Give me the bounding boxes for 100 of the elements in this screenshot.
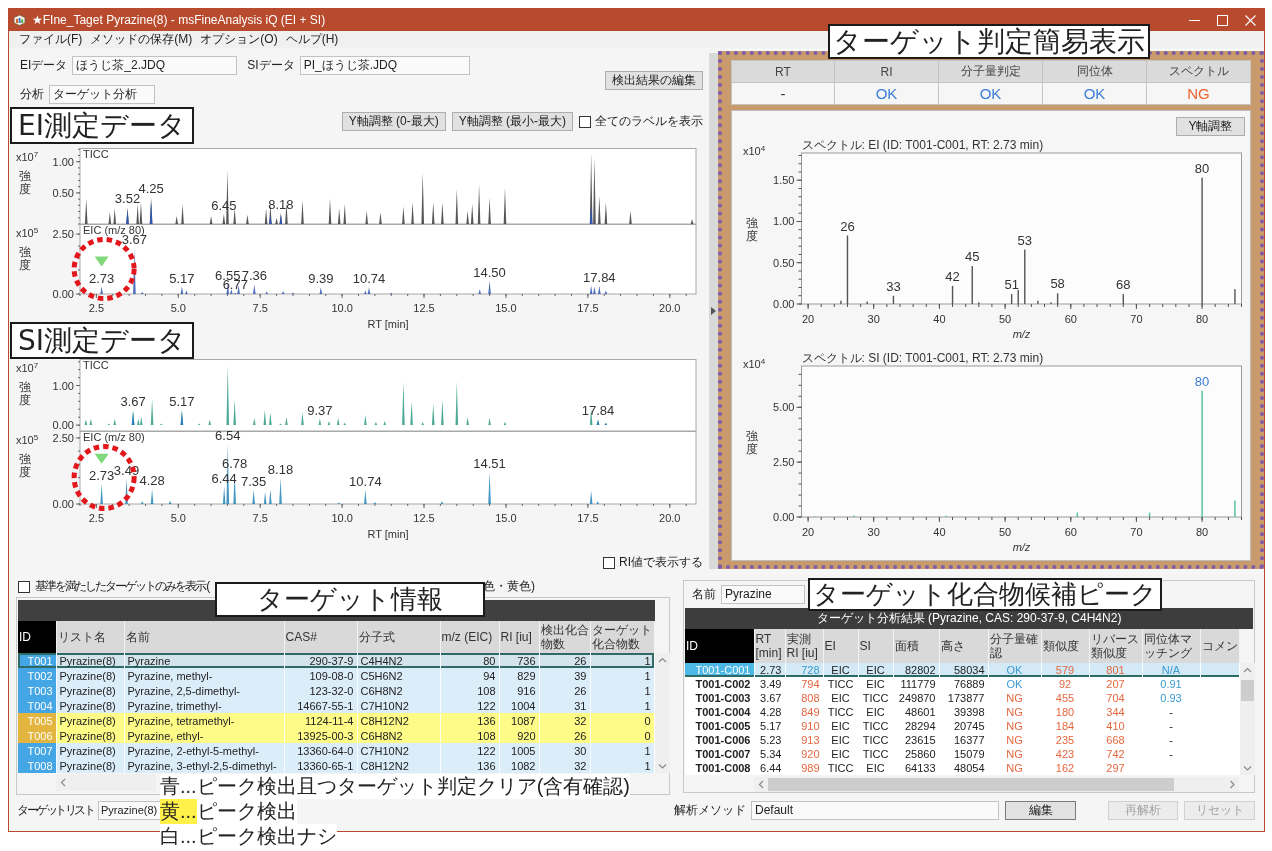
y-axis-button[interactable]: Y軸調整 (0-最大) bbox=[341, 112, 446, 131]
scrollbar-thumb[interactable] bbox=[767, 778, 1174, 791]
chart-title: スペクトル: EI (ID: T001-C001, RT: 2.73 min) bbox=[801, 138, 1044, 152]
table-row[interactable]: T006 Pyrazine(8) Pyrazine, ethyl- 13925-00-3 C6H8N2 108 920 26 0 bbox=[18, 728, 654, 743]
menu-item[interactable]: メソッドの保存(M) bbox=[86, 31, 197, 48]
table-cell: TICC bbox=[858, 733, 893, 747]
trace-label: TICC bbox=[83, 147, 109, 160]
si-data-field[interactable]: PI_ほうじ茶.JDQ bbox=[299, 56, 470, 75]
table-row[interactable]: T008 Pyrazine(8) Pyrazine, 3-ethyl-2,5-dimethyl- 13360-65-1 C8H12N2 136 1082 32 1 bbox=[18, 758, 654, 773]
column-header[interactable]: EI bbox=[823, 629, 858, 663]
chevron-left-icon bbox=[60, 778, 67, 787]
y-axis-button[interactable]: Y軸調整 bbox=[1176, 117, 1245, 136]
table-row[interactable]: T002 Pyrazine(8) Pyrazine, methyl- 109-08-0 C5H6N2 94 829 39 1 bbox=[18, 668, 654, 683]
column-header[interactable]: 分子量確認 bbox=[988, 629, 1041, 663]
menu-item[interactable]: オプション(O) bbox=[196, 31, 282, 48]
column-header[interactable]: RT [min] bbox=[754, 629, 785, 663]
column-header[interactable]: ターゲット化合物数 bbox=[590, 621, 654, 653]
edit-results-button[interactable]: 検出結果の編集 bbox=[605, 70, 703, 90]
column-header[interactable]: RI [iu] bbox=[499, 621, 539, 653]
legend-key: 白... bbox=[160, 824, 197, 849]
table-row[interactable]: T001-C008 6.44 989 TICC EIC 64133 48054 NG 162 297 bbox=[685, 761, 1239, 775]
table-row[interactable]: T001-C002 3.49 794 TICC EIC 111779 76889 OK 92 207 0.91 bbox=[685, 677, 1239, 691]
menu-item[interactable]: ファイル(F) bbox=[15, 31, 87, 48]
table-cell: 111779 bbox=[893, 677, 939, 691]
splitter-bar[interactable] bbox=[709, 53, 718, 569]
scrollbar-thumb[interactable] bbox=[1240, 679, 1254, 701]
table-row[interactable]: T001 Pyrazine(8) Pyrazine 290-37-9 C4H4N2 80 736 26 1 bbox=[18, 653, 654, 668]
analysis-field[interactable]: ターゲット分析 bbox=[49, 85, 155, 104]
table-row[interactable]: T001-C003 3.67 808 EIC TICC 249870 173877 NG 455 704 0.93 bbox=[685, 691, 1239, 705]
axis-title: RT [min] bbox=[367, 528, 409, 540]
table-cell: EIC bbox=[823, 691, 858, 705]
table-cell: 80 bbox=[440, 653, 499, 668]
peak-label: 8.18 bbox=[268, 196, 294, 212]
scrollbar[interactable] bbox=[754, 777, 1239, 792]
axis-multiplier: x10$^{7}$ bbox=[16, 151, 39, 163]
method-field[interactable]: Default bbox=[751, 801, 999, 820]
axis-tick-label: 17.5 bbox=[577, 512, 599, 524]
table-row[interactable]: T001-C001 2.73 728 EIC EIC 82802 58034 OK 579 801 N/A bbox=[685, 663, 1239, 677]
peak-label: 53 bbox=[1017, 232, 1032, 248]
axis-tick-label: 5.0 bbox=[170, 302, 186, 314]
table-cell: 235 bbox=[1041, 733, 1089, 747]
detected-peak bbox=[596, 420, 608, 426]
column-header[interactable]: m/z (EIC) bbox=[440, 621, 499, 653]
judgment-value: OK bbox=[1043, 83, 1147, 105]
column-header[interactable]: SI bbox=[858, 629, 893, 663]
peak-label: 58 bbox=[1050, 276, 1065, 292]
table-cell: 15079 bbox=[939, 747, 988, 761]
caret-icon bbox=[711, 307, 716, 315]
table-cell: T001 bbox=[18, 653, 56, 668]
menu-item[interactable]: ヘルプ(H) bbox=[281, 31, 343, 48]
table-cell: 668 bbox=[1089, 733, 1142, 747]
scrollbar[interactable] bbox=[56, 774, 156, 791]
target-list-dropdown[interactable]: Pyrazine(8) bbox=[98, 801, 162, 820]
checkbox[interactable] bbox=[579, 115, 591, 128]
table-row[interactable]: T004 Pyrazine(8) Pyrazine, trimethyl- 14667-55-1 C7H10N2 122 1004 31 1 bbox=[18, 698, 654, 713]
callout-label: ターゲット情報 bbox=[215, 582, 485, 617]
column-header[interactable]: リバース類似度 bbox=[1089, 629, 1142, 663]
column-header[interactable]: コメン bbox=[1200, 629, 1239, 663]
app-icon bbox=[13, 14, 26, 26]
table-row[interactable]: T007 Pyrazine(8) Pyrazine, 2-ethyl-5-methyl- 13360-64-0 C7H10N2 122 1005 30 1 bbox=[18, 743, 654, 758]
column-header[interactable]: ID bbox=[685, 629, 754, 663]
y-axis-button[interactable]: Y軸調整 (最小-最大) bbox=[451, 112, 573, 131]
table-cell: - bbox=[1142, 733, 1200, 747]
column-header: 同位体 bbox=[1043, 60, 1147, 83]
table-row[interactable]: T001-C005 5.17 910 EIC TICC 28294 20745 NG 184 410 - bbox=[685, 719, 1239, 733]
callout-label: EI測定データ bbox=[10, 107, 194, 144]
peak-label: 45 bbox=[965, 249, 980, 265]
spectrum-peak bbox=[846, 235, 849, 304]
table-cell: - bbox=[1142, 747, 1200, 761]
column-header[interactable]: CAS# bbox=[284, 621, 357, 653]
peak-label: 7.35 bbox=[241, 473, 267, 489]
action-button[interactable]: 編集 bbox=[1005, 801, 1076, 820]
column-header[interactable]: ID bbox=[18, 621, 56, 653]
checkbox[interactable] bbox=[18, 580, 30, 593]
table-row[interactable]: T005 Pyrazine(8) Pyrazine, tetramethyl- 1124-11-4 C8H12N2 136 1087 32 0 bbox=[18, 713, 654, 728]
column-header[interactable]: リスト名 bbox=[56, 621, 124, 653]
column-header[interactable]: 名前 bbox=[124, 621, 284, 653]
checkbox-label: RI値で表示する bbox=[619, 554, 703, 571]
table-cell: T003 bbox=[18, 683, 56, 698]
table-cell: 180 bbox=[1041, 705, 1089, 719]
table-row[interactable]: T001-C006 5.23 913 EIC TICC 23615 16377 NG 235 668 - bbox=[685, 733, 1239, 747]
table-cell: - bbox=[1142, 705, 1200, 719]
peak-label: 51 bbox=[1004, 277, 1019, 293]
column-header[interactable]: 高さ bbox=[939, 629, 988, 663]
ei-data-field[interactable]: ほうじ茶_2.JDQ bbox=[72, 56, 238, 75]
column-header[interactable]: 検出化合物数 bbox=[539, 621, 590, 653]
column-header[interactable]: 面積 bbox=[893, 629, 939, 663]
table-cell: NG bbox=[988, 761, 1041, 775]
column-header[interactable]: 同位体マッチング bbox=[1142, 629, 1200, 663]
table-row[interactable]: T001-C007 5.34 920 EIC TICC 25860 15079 NG 423 742 - bbox=[685, 747, 1239, 761]
table-row[interactable]: T003 Pyrazine(8) Pyrazine, 2,5-dimethyl- 123-32-0 C6H8N2 108 916 26 1 bbox=[18, 683, 654, 698]
name-field[interactable]: Pyrazine bbox=[721, 585, 805, 604]
table-row[interactable]: T001-C004 4.28 849 TICC EIC 48601 39398 NG 180 344 - bbox=[685, 705, 1239, 719]
column-header[interactable]: 実測 RI [iu] bbox=[785, 629, 823, 663]
axis-tick-label: 0.00 bbox=[52, 419, 74, 432]
peak-label: 17.84 bbox=[583, 269, 616, 285]
column-header[interactable]: 分子式 bbox=[357, 621, 440, 653]
checkbox[interactable] bbox=[603, 556, 615, 569]
axis-tick-label: 1.00 bbox=[773, 215, 795, 228]
column-header[interactable]: 類似度 bbox=[1041, 629, 1089, 663]
